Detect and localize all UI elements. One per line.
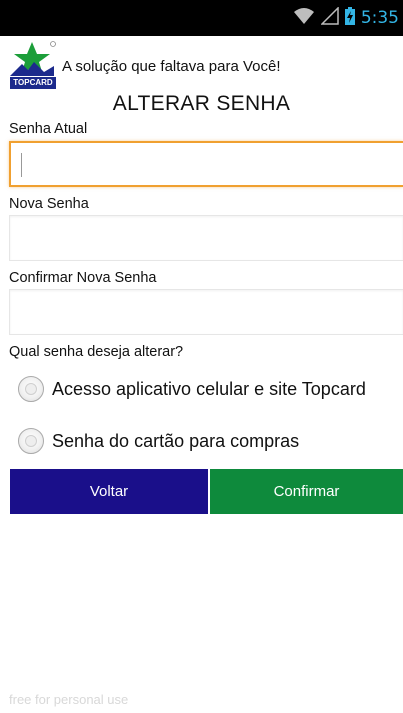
confirm-password-field[interactable] <box>9 289 403 335</box>
current-password-label: Senha Atual <box>9 121 88 137</box>
text-caret <box>21 153 22 177</box>
new-password-label: Nova Senha <box>9 196 89 212</box>
battery-charging-icon <box>344 6 355 30</box>
tagline: A solução que faltava para Você! <box>62 57 281 75</box>
radio-indicator <box>25 383 37 395</box>
wifi-icon <box>293 7 315 30</box>
star-logo-icon <box>10 41 56 76</box>
radio-indicator <box>25 435 37 447</box>
confirm-button[interactable]: Confirmar <box>210 469 403 514</box>
option-label: Acesso aplicativo celular e site Topcard <box>52 378 366 399</box>
current-password-field[interactable] <box>9 141 403 187</box>
password-type-question: Qual senha deseja alterar? <box>9 344 184 360</box>
clock: 5:35 <box>360 8 399 28</box>
option-label: Senha do cartão para compras <box>52 430 300 451</box>
radio-button[interactable] <box>18 376 44 402</box>
logo-label: TOPCARD <box>10 77 56 89</box>
page-title: ALTERAR SENHA <box>112 92 291 115</box>
option-card-purchase-password[interactable]: Senha do cartão para compras <box>18 428 299 454</box>
back-button[interactable]: Voltar <box>10 469 208 514</box>
confirm-password-label: Confirmar Nova Senha <box>9 270 157 286</box>
watermark: free for personal use <box>9 692 129 707</box>
new-password-field[interactable] <box>9 215 403 261</box>
app-header: TOPCARD A solução que faltava para Você! <box>8 40 281 90</box>
status-bar: 5:35 <box>0 0 403 36</box>
topcard-logo: TOPCARD <box>8 40 60 90</box>
signal-icon <box>320 5 339 30</box>
option-app-site-access[interactable]: Acesso aplicativo celular e site Topcard <box>18 376 366 402</box>
radio-button[interactable] <box>18 428 44 454</box>
change-password-screen: 5:35 TOPCARD A solução que faltava para … <box>0 0 403 713</box>
